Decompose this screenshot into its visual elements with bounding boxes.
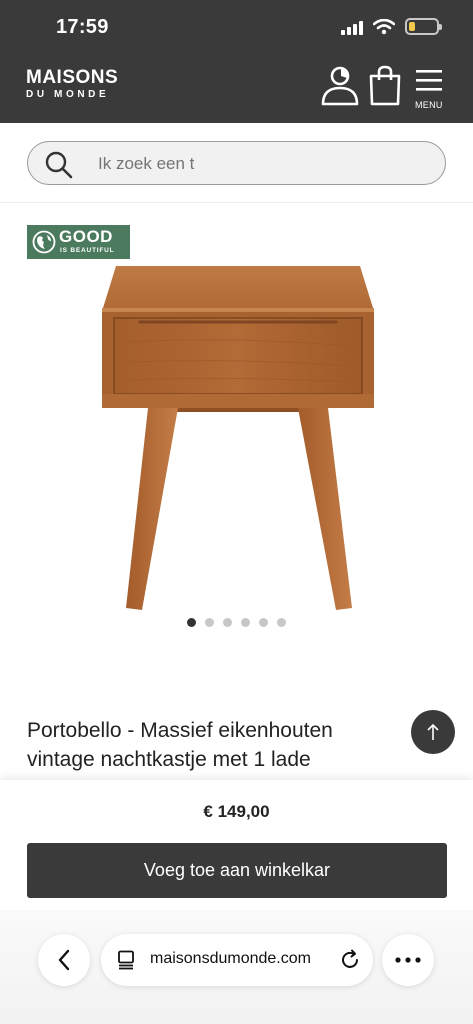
battery-icon (405, 18, 442, 35)
browser-toolbar: maisonsdumonde.com (0, 910, 473, 1024)
gallery-dot[interactable] (187, 618, 196, 627)
add-to-cart-button[interactable]: Voeg toe aan winkelkar (27, 843, 447, 898)
shopping-bag-icon[interactable] (368, 64, 402, 106)
address-bar[interactable]: maisonsdumonde.com (101, 934, 373, 986)
search-icon (45, 151, 73, 179)
search-input[interactable] (98, 154, 398, 174)
account-icon[interactable] (320, 64, 360, 106)
good-is-beautiful-badge: GOOD IS BEAUTIFUL (27, 225, 130, 259)
wifi-icon (373, 18, 395, 34)
product-title: Portobello - Massief eikenhouten vintage… (27, 719, 333, 771)
gallery-dot[interactable] (277, 618, 286, 627)
menu-icon[interactable] (415, 68, 443, 94)
reload-icon[interactable] (339, 949, 361, 971)
gallery-dot[interactable] (223, 618, 232, 627)
gallery-dot[interactable] (205, 618, 214, 627)
status-time: 17:59 (56, 16, 109, 38)
more-options-button[interactable] (382, 934, 434, 986)
gallery-dot[interactable] (259, 618, 268, 627)
ellipsis-icon (395, 957, 421, 963)
product-image[interactable] (90, 262, 386, 616)
gallery-dot[interactable] (241, 618, 250, 627)
search-bar (0, 123, 473, 203)
gallery-pagination (187, 618, 286, 627)
site-header: 17:59 MAISONS DU MONDE MENU (0, 0, 473, 123)
brand-logo[interactable]: MAISONS DU MONDE (26, 68, 118, 102)
arrow-up-icon (427, 723, 439, 740)
url-text: maisonsdumonde.com (150, 950, 311, 967)
badge-subtitle: IS BEAUTIFUL (60, 247, 115, 254)
back-button[interactable] (38, 934, 90, 986)
globe-icon (32, 230, 56, 254)
chevron-left-icon (58, 949, 70, 971)
menu-label[interactable]: MENU (415, 100, 443, 110)
status-icons (341, 18, 442, 35)
brand-logo-line2: DU MONDE (26, 89, 110, 100)
scroll-to-top-button[interactable] (411, 710, 455, 754)
product-price: € 149,00 (203, 802, 270, 821)
badge-title: GOOD (59, 227, 113, 246)
search-field[interactable] (27, 141, 446, 185)
page-menu-icon[interactable] (117, 950, 137, 970)
brand-logo-line1: MAISONS (26, 67, 119, 88)
cellular-signal-icon (341, 19, 363, 35)
